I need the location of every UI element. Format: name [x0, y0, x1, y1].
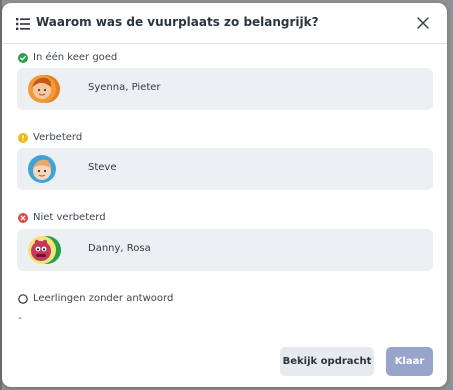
section-label-correct: In één keer goed: [18, 52, 117, 63]
avatar: [28, 75, 60, 103]
student-row-improved[interactable]: Steve: [17, 148, 433, 190]
warning-circle-icon: [18, 132, 28, 143]
section-label-improved: Verbeterd: [18, 132, 82, 143]
student-names: Danny, Rosa: [88, 243, 151, 254]
section-label-no-answer: Leerlingen zonder antwoord: [18, 293, 173, 304]
no-answer-value: -: [18, 313, 22, 324]
check-circle-icon: [18, 52, 28, 63]
dialog-title: Waarom was de vuurplaats zo belangrijk?: [36, 15, 319, 29]
done-button[interactable]: Klaar: [386, 347, 433, 376]
section-label-text: Niet verbeterd: [33, 212, 106, 223]
view-assignment-button[interactable]: Bekijk opdracht: [280, 347, 374, 376]
dialog-header: Waarom was de vuurplaats zo belangrijk?: [2, 3, 447, 43]
section-label-text: In één keer goed: [33, 52, 118, 63]
header-divider: [2, 43, 447, 44]
avatar: [28, 236, 61, 264]
close-icon[interactable]: [416, 16, 430, 30]
avatar: [28, 155, 56, 183]
empty-circle-icon: [18, 293, 28, 304]
student-names: Syenna, Pieter: [88, 82, 161, 93]
feedback-dialog: Waarom was de vuurplaats zo belangrijk? …: [2, 3, 447, 387]
student-row-correct[interactable]: Syenna, Pieter: [17, 68, 433, 110]
list-icon: [16, 18, 30, 30]
error-circle-icon: [18, 212, 28, 223]
student-names: Steve: [88, 162, 117, 173]
section-label-text: Leerlingen zonder antwoord: [33, 293, 174, 304]
section-label-not-improved: Niet verbeterd: [18, 212, 106, 223]
section-label-text: Verbeterd: [33, 132, 83, 143]
student-row-not-improved[interactable]: Danny, Rosa: [17, 229, 433, 271]
